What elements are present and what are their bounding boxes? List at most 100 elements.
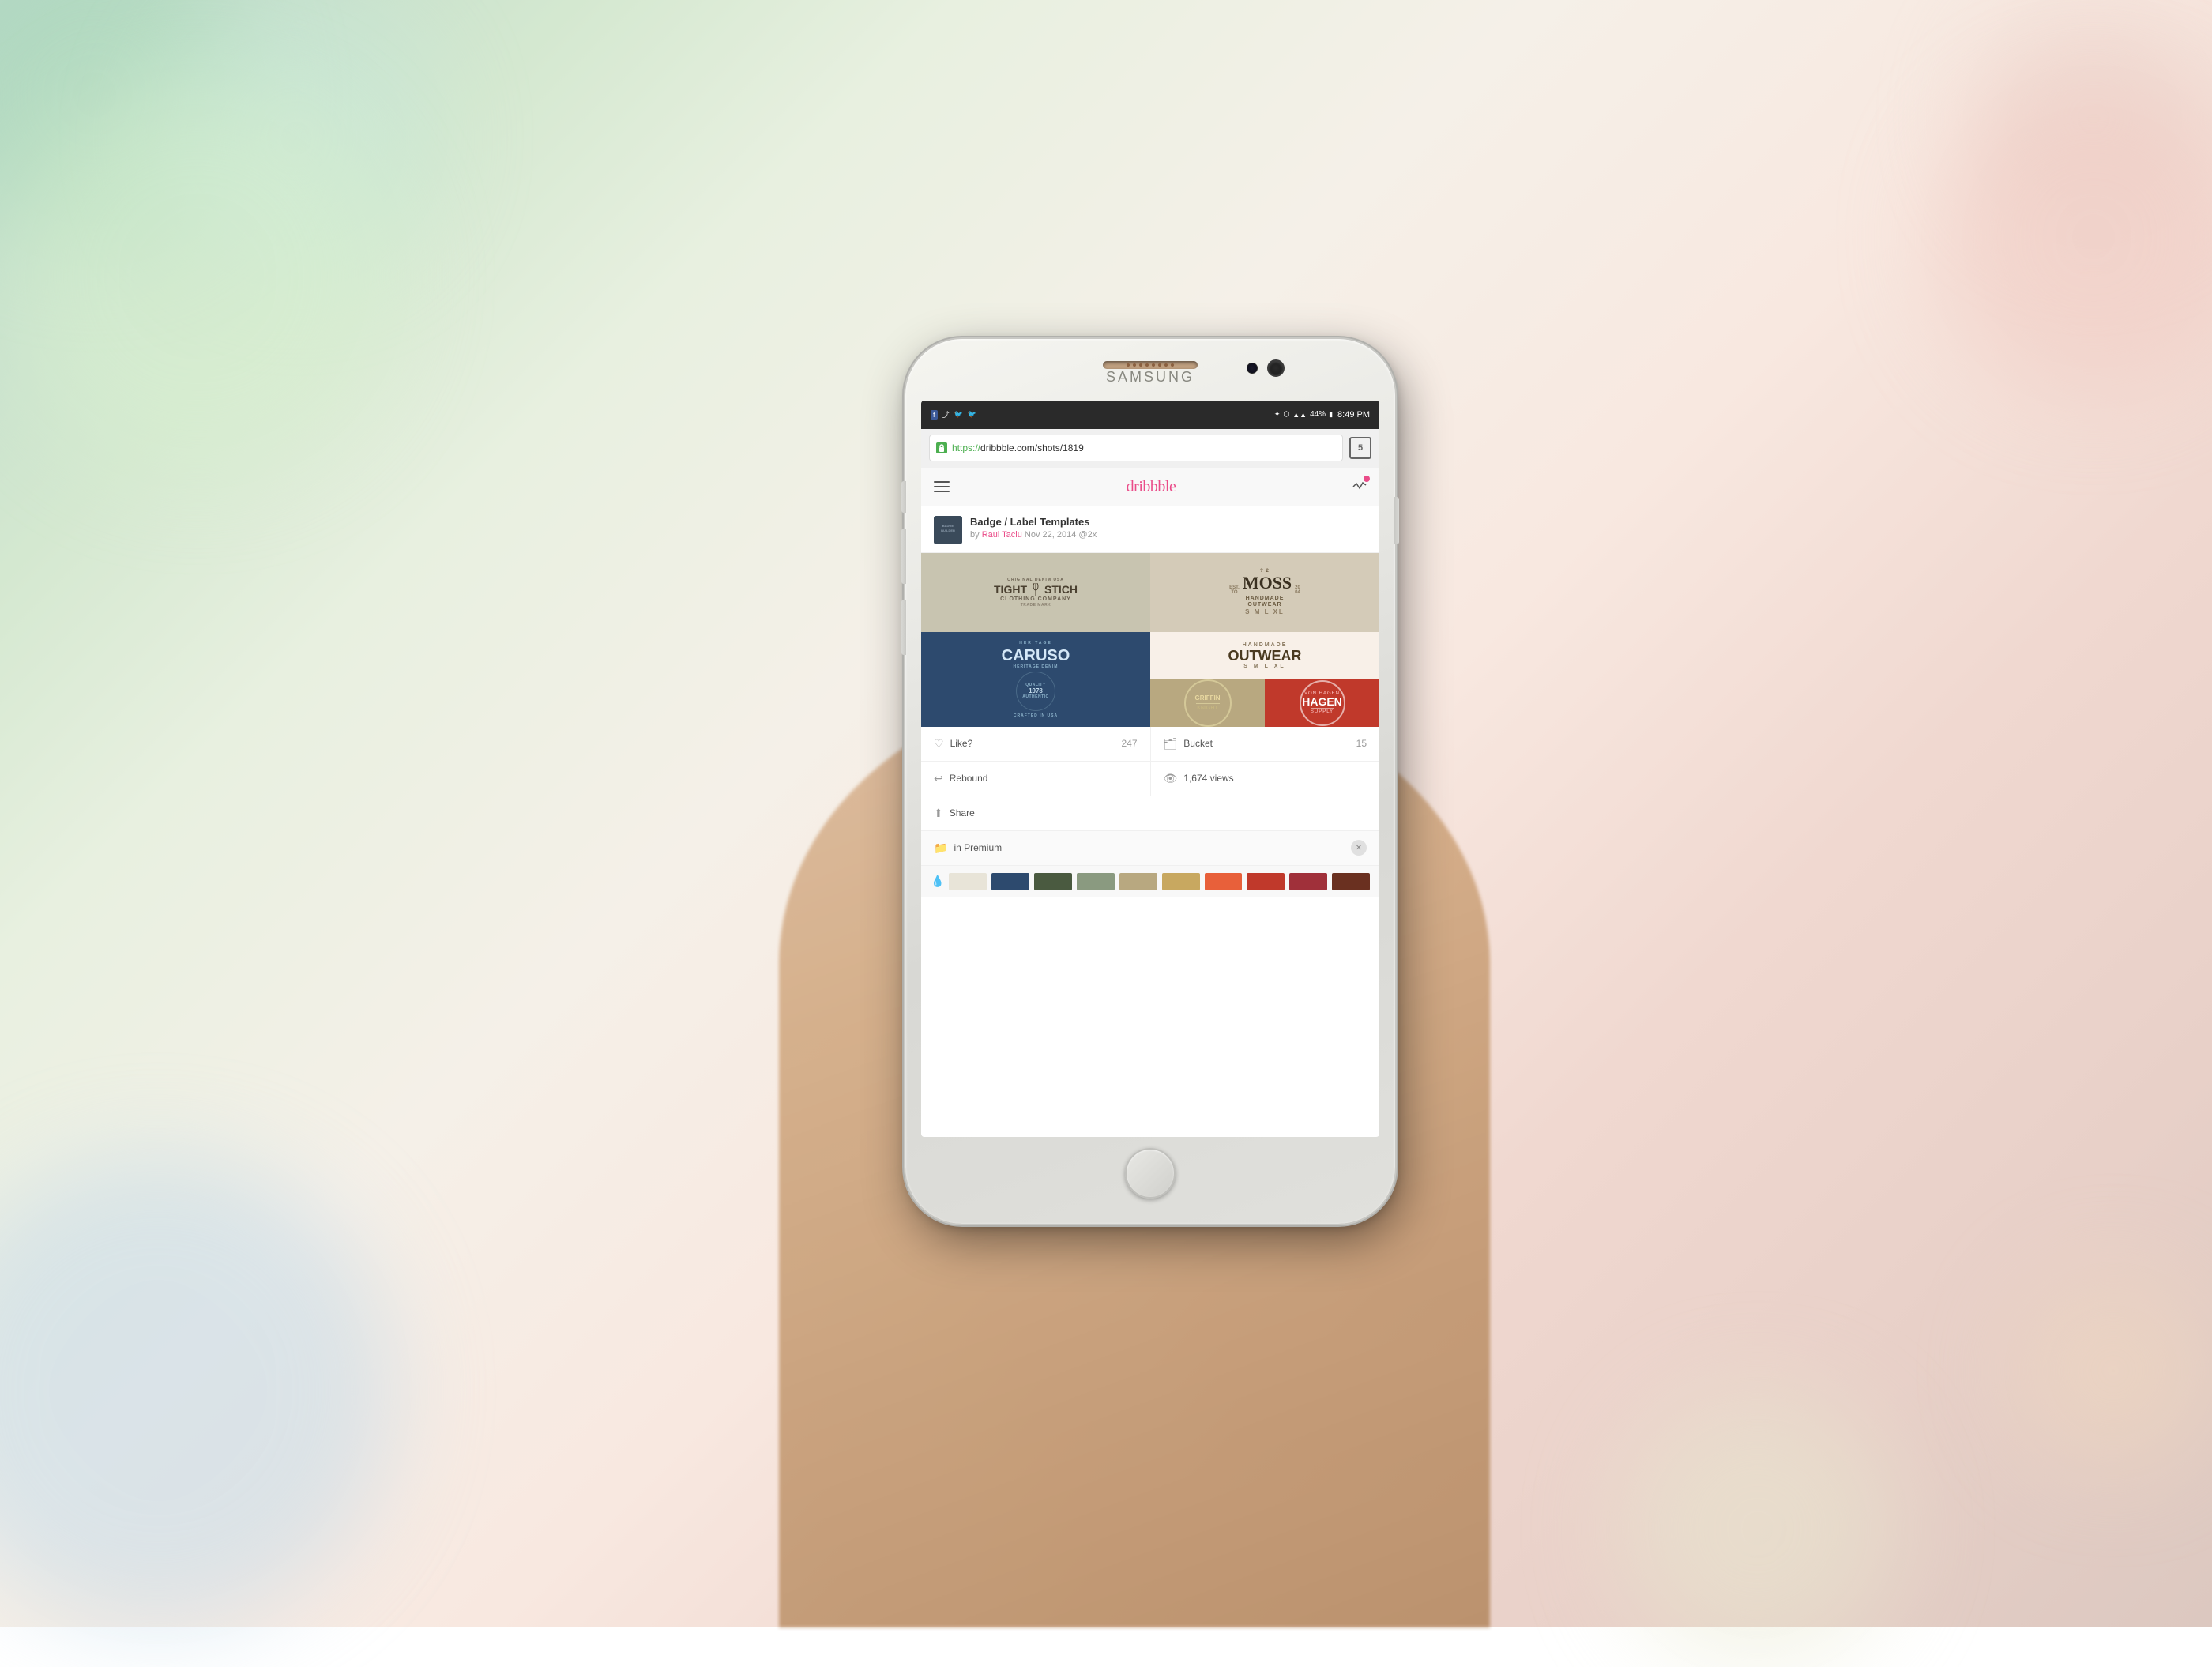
shot-info: Badge / Label Templates by Raul Taciu No… [970, 516, 1367, 540]
rebound-icon: ↩ [934, 772, 943, 785]
palette-swatch-1[interactable] [949, 873, 987, 890]
activity-button[interactable] [1352, 479, 1367, 495]
caruso-label-1: HERITAGE [1019, 641, 1051, 645]
power-button[interactable] [1394, 497, 1399, 544]
bucket-action[interactable]: 🗂 Bucket 15 [1151, 727, 1380, 761]
hamburger-line-2 [934, 486, 950, 487]
share-action[interactable]: ⬆ Share [921, 796, 1379, 830]
action-row-1: ♡ Like? 247 🗂 Bucket 15 [921, 727, 1379, 762]
speaker-dot [1127, 363, 1130, 367]
tabs-button[interactable]: 5 [1349, 437, 1371, 459]
caruso-label-2: HERITAGE DENIM [1014, 664, 1059, 669]
rebound-action[interactable]: ↩ Rebound [921, 762, 1151, 796]
badge-hagen: VON HAGEN HAGEN SUPPLY [1265, 679, 1379, 727]
views-label: 1,674 views [1183, 773, 1233, 784]
shot-image[interactable]: ORIGINAL DENIM USA TIGHT STICH CLOTHING … [921, 553, 1379, 727]
badge-moss: ? 2 EST. TO MOSS 20 04 H [1150, 553, 1379, 632]
front-sensor [1247, 363, 1258, 374]
folder-icon: 📁 [934, 841, 947, 855]
palette-swatch-5[interactable] [1119, 873, 1157, 890]
tight-word-1: TIGHT [994, 583, 1027, 596]
front-camera-area [1247, 359, 1285, 377]
dribbble-logo-text: dribbble [1127, 478, 1176, 496]
palette-swatch-4[interactable] [1077, 873, 1115, 890]
tight-label-3: TRADE MARK [1021, 603, 1051, 608]
status-bar: f ⤴ 🐦 🐦 ✦ ⬡ ▲▲ 44% ▮ 8:49 PM [921, 401, 1379, 429]
hamburger-line-1 [934, 481, 950, 483]
palette-swatch-2[interactable] [991, 873, 1029, 890]
premium-label: in Premium [954, 842, 1002, 853]
speaker-dot [1158, 363, 1161, 367]
tabs-count: 5 [1358, 443, 1363, 453]
url-domain: dribbble.com/shots/1819 [980, 442, 1084, 453]
shortcut-icon: ⤴ [942, 409, 950, 420]
url-input-field[interactable]: https://dribbble.com/shots/1819 [929, 435, 1343, 461]
shot-date: Nov 22, 2014 [1025, 530, 1076, 540]
action-row-3: ⬆ Share [921, 796, 1379, 831]
phone-screen[interactable]: f ⤴ 🐦 🐦 ✦ ⬡ ▲▲ 44% ▮ 8:49 PM [921, 401, 1379, 1137]
ssl-lock-icon [936, 442, 947, 453]
url-text: https://dribbble.com/shots/1819 [952, 442, 1084, 453]
close-x: ✕ [1356, 844, 1362, 852]
shot-retina: @2x [1078, 530, 1097, 540]
browser-url-bar[interactable]: https://dribbble.com/shots/1819 5 [921, 429, 1379, 468]
moss-handmade: HANDMADE [1246, 596, 1285, 601]
griffin-name: GRIFFIN [1195, 694, 1221, 702]
tight-word-2: STICH [1044, 583, 1078, 596]
rebound-label: Rebound [950, 773, 988, 784]
tight-label-2: CLOTHING COMPANY [1000, 596, 1071, 602]
bokeh-8 [2014, 1272, 2212, 1469]
bokeh-3 [0, 79, 395, 474]
signal-icon: ▲▲ [1292, 411, 1307, 419]
bucket-count: 15 [1356, 738, 1367, 749]
home-button[interactable] [1125, 1148, 1176, 1199]
moss-sizes: S M L XL [1245, 608, 1285, 615]
color-palette-row: 💧 [921, 866, 1379, 897]
shot-avatar: BADGE BUILDER [934, 516, 962, 544]
battery-icon: ▮ [1329, 410, 1333, 419]
dropper-icon[interactable]: 💧 [931, 875, 944, 888]
palette-swatch-8[interactable] [1247, 873, 1285, 890]
https-label: https:// [952, 442, 980, 453]
moss-main: EST. TO MOSS 20 04 [1229, 574, 1300, 595]
bixby-button[interactable] [901, 600, 906, 655]
badge-tight-stich: ORIGINAL DENIM USA TIGHT STICH CLOTHING … [921, 553, 1150, 632]
fb-icon: f [931, 410, 938, 420]
volume-down-button[interactable] [901, 529, 906, 584]
speaker-dot [1146, 363, 1149, 367]
caruso-seal: QUALITY 1978 AUTHENTIC [1016, 672, 1055, 711]
moss-year-block: 20 04 [1295, 585, 1300, 595]
shot-author[interactable]: Raul Taciu [982, 530, 1022, 540]
hand-label-1: HANDMADE [1243, 642, 1288, 648]
like-action[interactable]: ♡ Like? 247 [921, 727, 1151, 761]
shot-title: Badge / Label Templates [970, 516, 1367, 528]
palette-swatch-3[interactable] [1034, 873, 1072, 890]
palette-swatch-10[interactable] [1332, 873, 1370, 890]
badge-bottom-row: GRIFFIN KNIGHT VON HAGEN HAGEN S [1150, 679, 1379, 727]
bucket-label: Bucket [1183, 738, 1213, 749]
svg-text:BADGE: BADGE [942, 524, 954, 528]
front-camera-lens [1267, 359, 1285, 377]
moss-est-block: EST. TO [1229, 585, 1240, 595]
premium-row[interactable]: 📁 in Premium ✕ [921, 831, 1379, 866]
caruso-name: CARUSO [1002, 648, 1070, 664]
hand-outwear: OUTWEAR [1228, 649, 1302, 663]
bokeh-6 [0, 1153, 395, 1627]
bluetooth-icon: ✦ [1274, 410, 1281, 419]
hagen-sub: SUPPLY [1311, 709, 1334, 714]
palette-swatch-9[interactable] [1289, 873, 1327, 890]
premium-close-button[interactable]: ✕ [1351, 840, 1367, 856]
needle-icon [1029, 583, 1042, 596]
speaker-grill [1103, 361, 1198, 369]
palette-swatch-7[interactable] [1205, 873, 1243, 890]
menu-button[interactable] [934, 481, 950, 492]
volume-up-button[interactable] [901, 481, 906, 513]
speaker-dot [1139, 363, 1142, 367]
shot-header: BADGE BUILDER Badge / Label Templates by… [921, 506, 1379, 553]
views-action: 👁 1,674 views [1151, 762, 1380, 796]
palette-swatch-6[interactable] [1162, 873, 1200, 890]
status-bar-right: ✦ ⬡ ▲▲ 44% ▮ 8:49 PM [1274, 410, 1370, 420]
speaker-dot [1152, 363, 1155, 367]
hamburger-line-3 [934, 491, 950, 492]
actions-bar: ♡ Like? 247 🗂 Bucket 15 ↩ Rebound [921, 727, 1379, 897]
